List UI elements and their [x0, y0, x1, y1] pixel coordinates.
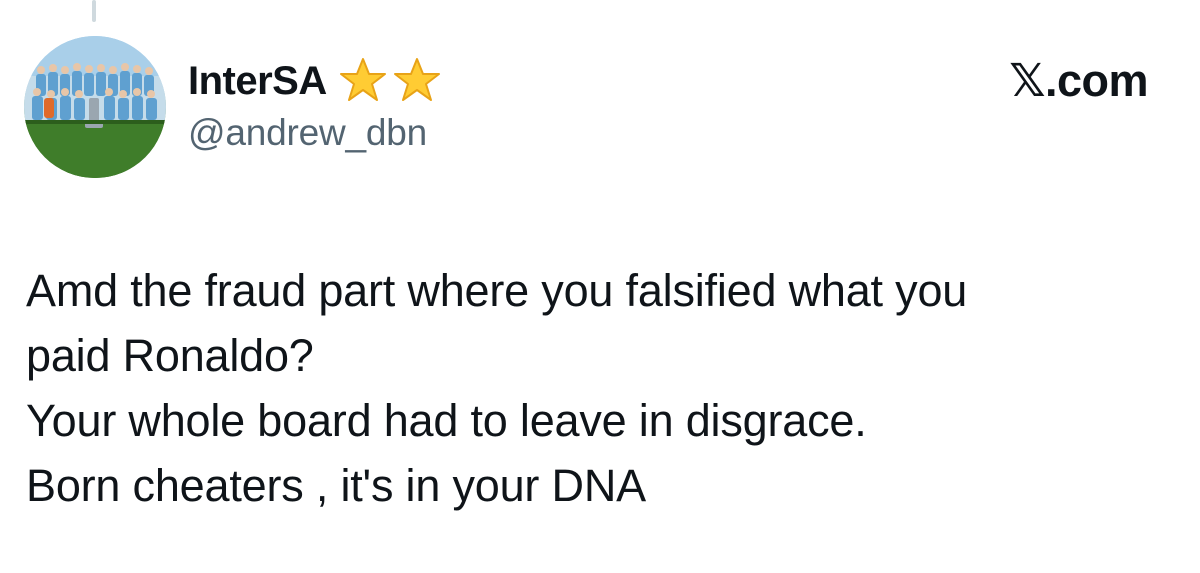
star-icon	[339, 58, 386, 101]
author-display-name[interactable]: InterSA	[188, 59, 327, 104]
post-header: InterSA @andrew_dbn	[188, 52, 443, 154]
post-text-line: paid Ronaldo?	[26, 330, 314, 381]
thread-connector-line	[92, 0, 96, 22]
post-text-line: Born cheaters , it's in your DNA	[26, 460, 646, 511]
author-handle[interactable]: @andrew_dbn	[188, 112, 443, 154]
post-text-line: Your whole board had to leave in disgrac…	[26, 395, 867, 446]
post-text-line: Amd the fraud part where you falsified w…	[26, 265, 968, 316]
avatar[interactable]	[24, 36, 166, 178]
star-icon	[393, 58, 440, 101]
team-photo-image	[24, 36, 166, 178]
author-name-row: InterSA	[188, 52, 443, 110]
source-label: 𝕏.com	[1009, 55, 1148, 106]
post-text: Amd the fraud part where you falsified w…	[26, 258, 1176, 518]
author-badges	[337, 55, 443, 107]
